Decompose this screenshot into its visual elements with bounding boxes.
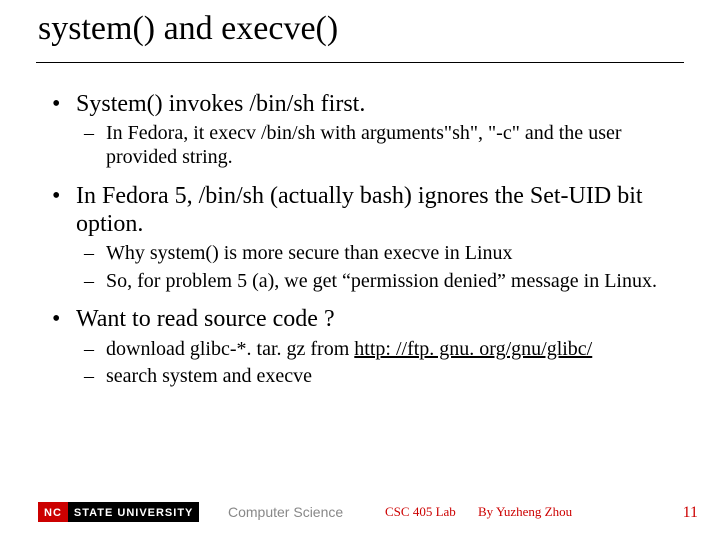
dash-icon: – [84,270,94,294]
bullet-1-sub-1-text: In Fedora, it execv /bin/sh with argumen… [106,122,622,168]
dash-icon: – [84,242,94,266]
bullet-dot-icon: • [52,90,60,118]
ncsu-logo-red: NC [38,502,68,522]
bullet-dot-icon: • [52,305,60,333]
slide: system() and execve() • System() invokes… [0,0,720,540]
bullet-2-sub-2-text: So, for problem 5 (a), we get “permissio… [106,270,657,292]
bullet-3-text: Want to read source code ? [76,306,335,332]
bullet-2-text: In Fedora 5, /bin/sh (actually bash) ign… [76,183,643,237]
ncsu-logo-black: STATE UNIVERSITY [68,502,200,522]
dash-icon: – [84,338,94,362]
bullet-2-sub-1-text: Why system() is more secure than execve … [106,242,513,264]
title-underline [36,62,684,63]
dept-label: Computer Science [228,504,343,520]
dash-icon: – [84,122,94,146]
page-number: 11 [683,504,698,522]
bullet-3-sub-1-prefix: download glibc-*. tar. gz from [106,338,354,360]
bullet-dot-icon: • [52,182,60,210]
bullet-3-sub-2-text: search system and execve [106,365,312,387]
bullet-2-sub-2: – So, for problem 5 (a), we get “permiss… [84,270,678,294]
bullet-1-sub-1: – In Fedora, it execv /bin/sh with argum… [84,122,678,169]
bullet-2: • In Fedora 5, /bin/sh (actually bash) i… [52,182,678,239]
course-label: CSC 405 Lab [385,504,456,520]
author-label: By Yuzheng Zhou [478,504,572,520]
bullet-3: • Want to read source code ? [52,305,678,333]
ncsu-logo: NC STATE UNIVERSITY [38,502,199,522]
bullet-3-sub-1: – download glibc-*. tar. gz from http: /… [84,338,678,362]
glibc-link[interactable]: http: //ftp. gnu. org/gnu/glibc/ [354,338,592,360]
slide-footer: NC STATE UNIVERSITY Computer Science CSC… [0,498,720,522]
bullet-1-text: System() invokes /bin/sh first. [76,91,365,117]
slide-body: • System() invokes /bin/sh first. – In F… [52,82,678,393]
bullet-3-sub-2: – search system and execve [84,365,678,389]
dash-icon: – [84,365,94,389]
slide-title: system() and execve() [38,10,338,48]
bullet-2-sub-1: – Why system() is more secure than execv… [84,242,678,266]
bullet-1: • System() invokes /bin/sh first. [52,90,678,118]
